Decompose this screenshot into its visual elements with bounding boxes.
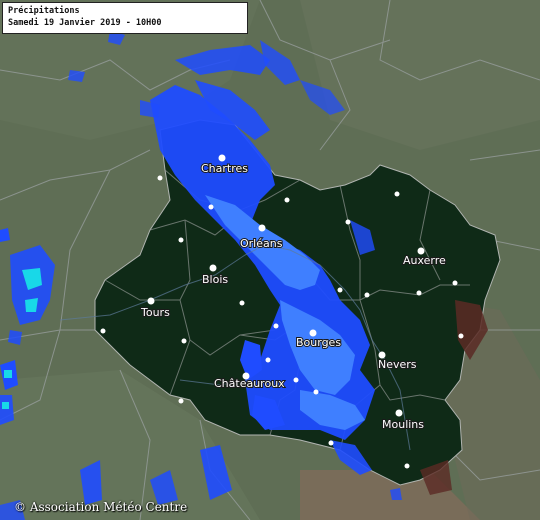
map-title: Précipitations	[8, 6, 80, 16]
town-marker	[208, 204, 214, 210]
town-marker	[337, 287, 343, 293]
city-label-chartres: Chartres	[201, 162, 248, 175]
town-marker	[404, 463, 410, 469]
town-marker	[293, 377, 299, 383]
town-marker	[313, 389, 319, 395]
town-marker	[416, 290, 422, 296]
map-title-box: Précipitations Samedi 19 Janvier 2019 - …	[2, 2, 248, 34]
city-label-moulins: Moulins	[382, 418, 424, 431]
city-marker	[209, 264, 217, 272]
town-marker	[157, 175, 163, 181]
map-timestamp: Samedi 19 Janvier 2019 - 10H00	[8, 18, 162, 28]
city-label-auxerre: Auxerre	[403, 254, 446, 267]
town-marker	[239, 300, 245, 306]
town-marker	[452, 280, 458, 286]
town-marker	[265, 357, 271, 363]
copyright-notice: © Association Météo Centre	[14, 500, 188, 514]
town-marker	[181, 338, 187, 344]
town-marker	[178, 398, 184, 404]
town-marker	[328, 440, 334, 446]
town-marker	[284, 197, 290, 203]
town-marker	[458, 333, 464, 339]
town-marker	[364, 292, 370, 298]
town-marker	[394, 191, 400, 197]
city-marker	[395, 409, 403, 417]
city-label-orleans: Orléans	[240, 237, 283, 250]
city-label-chateauroux: Châteauroux	[214, 377, 285, 390]
city-label-nevers: Nevers	[378, 358, 417, 371]
city-marker	[147, 297, 155, 305]
city-marker	[218, 154, 226, 162]
town-marker	[273, 323, 279, 329]
map-canvas: Chartres Orléans Blois Tours Bourges Châ…	[0, 0, 540, 520]
town-marker	[345, 219, 351, 225]
town-marker	[100, 328, 106, 334]
city-label-bourges: Bourges	[296, 336, 341, 349]
city-label-tours: Tours	[140, 306, 170, 319]
city-label-blois: Blois	[202, 273, 228, 286]
town-marker	[178, 237, 184, 243]
city-marker	[258, 224, 266, 232]
precipitation-map: Chartres Orléans Blois Tours Bourges Châ…	[0, 0, 540, 520]
